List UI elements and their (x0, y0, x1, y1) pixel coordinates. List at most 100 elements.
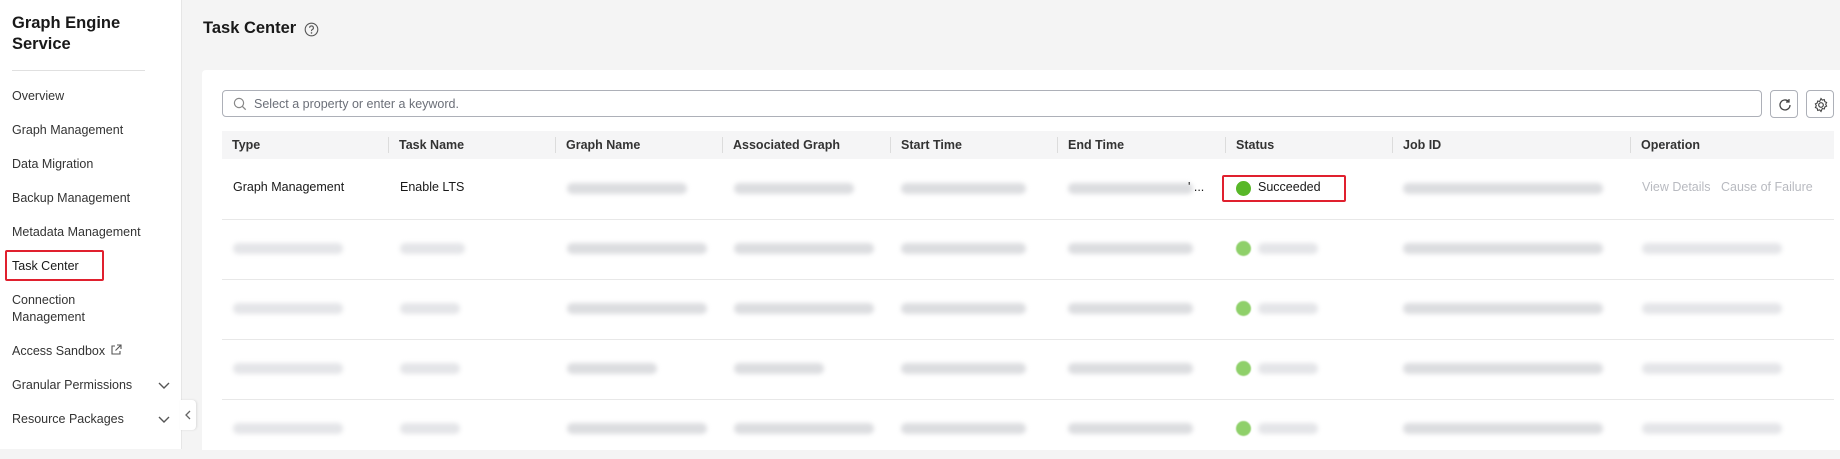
redacted-cell (233, 303, 343, 314)
table-row (222, 219, 1834, 280)
redacted-job-id (1403, 183, 1603, 194)
redacted-cell (567, 243, 707, 254)
redacted-graph-name (567, 183, 687, 194)
redacted-cell (233, 363, 343, 374)
sidebar-item-label: Resource Packages (12, 412, 124, 426)
chevron-left-icon (185, 410, 191, 420)
redacted-cell (400, 303, 460, 314)
status-success-icon (1236, 301, 1251, 316)
divider (12, 70, 145, 71)
redacted-cell (567, 303, 707, 314)
gear-icon (1814, 97, 1828, 113)
redacted-cell (233, 243, 343, 254)
status-success-icon (1236, 421, 1251, 436)
cell-type: Graph Management (233, 180, 345, 194)
sidebar-item-label: Access Sandbox (12, 344, 106, 358)
external-link-icon (110, 344, 122, 361)
search-icon (233, 97, 247, 116)
status-highlight (1222, 175, 1346, 202)
cause-of-failure-link[interactable]: Cause of Failure (1721, 180, 1813, 194)
redacted-end-time (1068, 183, 1193, 194)
table-header: Type Task Name Graph Name Associated Gra… (222, 131, 1834, 159)
redacted-cell (400, 423, 460, 434)
table-row (222, 279, 1834, 340)
table-row: Graph Management Enable LTS ' ... Succee… (222, 159, 1834, 220)
redacted-cell (1403, 243, 1603, 254)
chevron-down-icon (157, 412, 171, 431)
redacted-cell (1068, 303, 1193, 314)
redacted-cell (1642, 243, 1782, 254)
sidebar-item-resource-packages[interactable]: Resource Packages (12, 411, 172, 428)
sidebar-item-metadata-management[interactable]: Metadata Management (12, 224, 172, 241)
column-header-graph-name[interactable]: Graph Name (566, 138, 640, 152)
redacted-cell (901, 363, 1026, 374)
sidebar-item-backup-management[interactable]: Backup Management (12, 190, 172, 207)
cell-end-time-suffix: ' ... (1188, 180, 1205, 194)
sidebar: Graph Engine Service Overview Graph Mana… (0, 0, 182, 449)
redacted-cell (901, 303, 1026, 314)
column-header-associated-graph[interactable]: Associated Graph (733, 138, 840, 152)
redacted-cell (1258, 303, 1318, 314)
view-details-link[interactable]: View Details (1642, 180, 1711, 194)
redacted-cell (1258, 423, 1318, 434)
sidebar-item-granular-permissions[interactable]: Granular Permissions (12, 377, 172, 394)
refresh-button[interactable] (1770, 90, 1798, 118)
redacted-cell (1258, 243, 1318, 254)
redacted-cell (1642, 363, 1782, 374)
redacted-cell (734, 243, 874, 254)
column-header-status[interactable]: Status (1236, 138, 1274, 152)
table-row (222, 339, 1834, 400)
redacted-cell (901, 423, 1026, 434)
column-header-operation[interactable]: Operation (1641, 138, 1700, 152)
settings-button[interactable] (1806, 90, 1834, 118)
column-divider (388, 137, 389, 153)
collapse-sidebar-button[interactable] (180, 400, 196, 430)
service-title: Graph Engine Service (12, 14, 121, 53)
column-header-job-id[interactable]: Job ID (1403, 138, 1441, 152)
column-divider (722, 137, 723, 153)
redacted-cell (567, 363, 657, 374)
sidebar-item-label: Granular Permissions (12, 378, 133, 392)
column-header-type[interactable]: Type (232, 138, 260, 152)
sidebar-item-graph-management[interactable]: Graph Management (12, 122, 172, 139)
column-divider (1057, 137, 1058, 153)
column-divider (1392, 137, 1393, 153)
column-divider (890, 137, 891, 153)
cell-task-name: Enable LTS (400, 180, 465, 194)
table-row (222, 399, 1834, 459)
search-input[interactable]: Select a property or enter a keyword. (222, 90, 1762, 117)
redacted-cell (567, 423, 707, 434)
redacted-cell (1068, 243, 1193, 254)
column-divider (1630, 137, 1631, 153)
status-success-icon (1236, 361, 1251, 376)
redacted-cell (1068, 363, 1193, 374)
sidebar-item-access-sandbox[interactable]: Access Sandbox (12, 343, 172, 361)
help-icon[interactable] (304, 22, 319, 42)
column-header-end-time[interactable]: End Time (1068, 138, 1124, 152)
redacted-cell (233, 423, 343, 434)
redacted-cell (1403, 303, 1603, 314)
sidebar-item-data-migration[interactable]: Data Migration (12, 156, 172, 173)
redacted-cell (1068, 423, 1193, 434)
column-divider (1225, 137, 1226, 153)
sidebar-item-overview[interactable]: Overview (12, 88, 172, 105)
redacted-cell (734, 363, 824, 374)
sidebar-item-task-center[interactable]: Task Center (12, 258, 172, 275)
redacted-cell (1403, 423, 1603, 434)
column-header-start-time[interactable]: Start Time (901, 138, 962, 152)
redacted-cell (400, 243, 465, 254)
redacted-cell (734, 303, 874, 314)
redacted-cell (734, 423, 874, 434)
search-placeholder: Select a property or enter a keyword. (254, 97, 459, 111)
refresh-icon (1779, 99, 1791, 111)
column-header-task-name[interactable]: Task Name (399, 138, 464, 152)
redacted-cell (1642, 303, 1782, 314)
redacted-cell (400, 363, 460, 374)
redacted-associated-graph (734, 183, 854, 194)
redacted-start-time (901, 183, 1026, 194)
column-divider (555, 137, 556, 153)
status-success-icon (1236, 241, 1251, 256)
page-title: Task Center (203, 19, 297, 37)
redacted-cell (1403, 363, 1603, 374)
sidebar-item-connection-management[interactable]: Connection Management (12, 292, 112, 326)
